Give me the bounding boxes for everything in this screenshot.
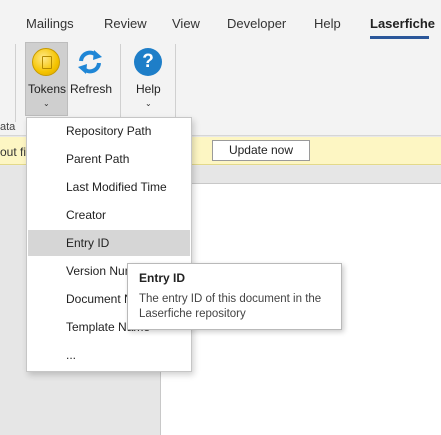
ribbon-tabs: Mailings Review View Developer Help Lase… [0,0,441,42]
group-separator [15,44,16,122]
help-label[interactable]: Help [136,82,161,96]
menu-item-last-modified-time[interactable]: Last Modified Time [28,174,190,200]
tooltip-description: The entry ID of this document in the Las… [139,293,322,320]
tokens-label: Tokens [28,82,67,96]
tab-view[interactable]: View [172,16,200,31]
menu-item-repository-path[interactable]: Repository Path [28,118,190,144]
tab-developer[interactable]: Developer [227,16,286,31]
group-separator [120,44,121,122]
update-now-button[interactable]: Update now [212,140,310,161]
refresh-icon[interactable] [76,48,104,76]
tokens-menu: Repository Path Parent Path Last Modifie… [26,117,192,372]
entry-id-tooltip: Entry ID The entry ID of this document i… [127,263,342,330]
refresh-label[interactable]: Refresh [70,82,112,96]
tab-mailings[interactable]: Mailings [26,16,74,31]
menu-item-entry-id[interactable]: Entry ID [28,230,190,256]
active-tab-indicator [370,36,429,39]
tab-help[interactable]: Help [314,16,341,31]
infobar-message: out fi [0,145,27,159]
tab-laserfiche[interactable]: Laserfiche [370,16,435,31]
menu-item-parent-path[interactable]: Parent Path [28,146,190,172]
menu-item-more[interactable]: ... [28,342,190,368]
tooltip-title: Entry ID [139,271,186,285]
group-separator [175,44,176,122]
menu-item-creator[interactable]: Creator [28,202,190,228]
tab-review[interactable]: Review [104,16,147,31]
help-icon[interactable]: ? [134,48,162,76]
help-dropdown-chevron-icon: ⌄ [145,99,152,108]
group-label-partial: ata [0,121,16,133]
tokens-icon [32,48,60,76]
tokens-dropdown-chevron-icon: ⌄ [43,99,50,108]
